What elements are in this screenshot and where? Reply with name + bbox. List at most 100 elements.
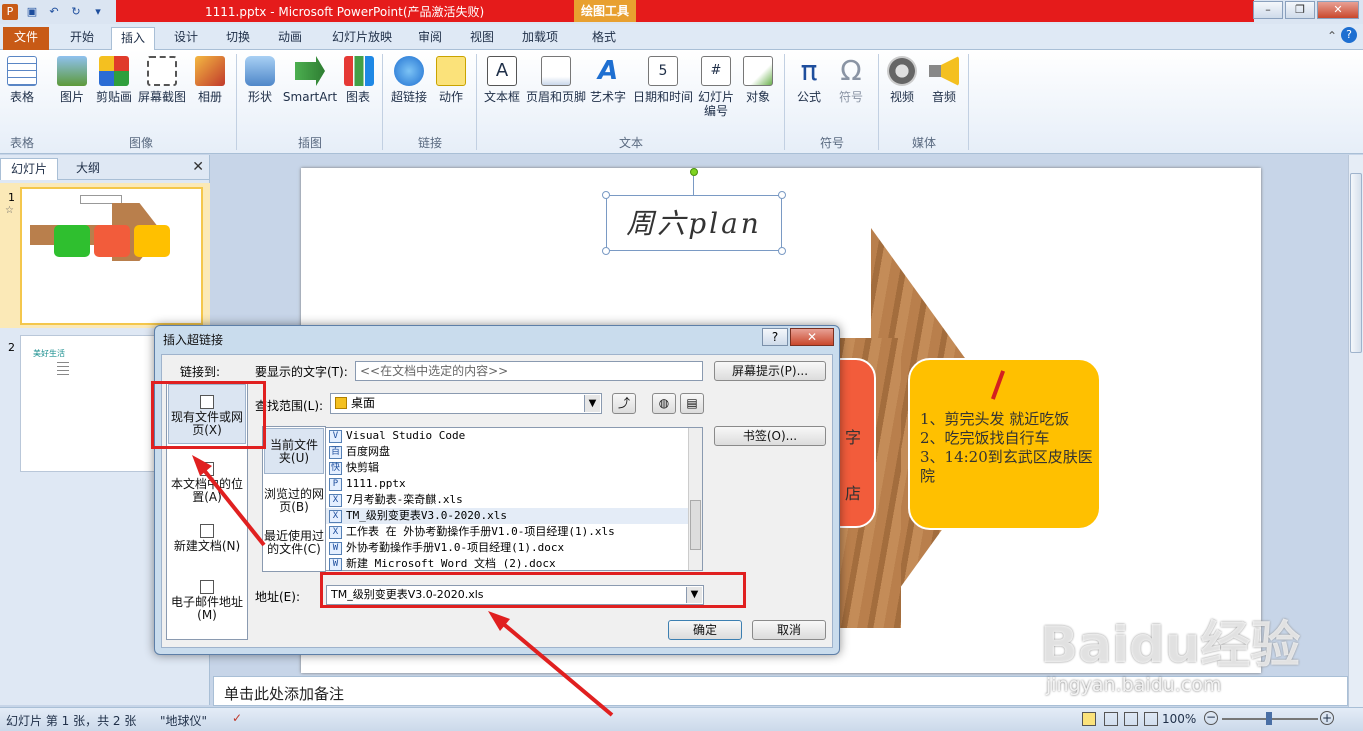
equation-button[interactable]: π 公式 [792, 56, 826, 105]
yellow-content-box[interactable]: 1、剪完头发 就近吃饭 2、吃完饭找自行车 3、14:20到玄武区皮肤医 院 [908, 358, 1101, 530]
action-button[interactable]: 动作 [436, 56, 466, 104]
list-item[interactable]: W 新建 Microsoft Word 文档 (2).docx [326, 556, 702, 572]
close-icon[interactable]: ✕ [1317, 1, 1359, 19]
title-textbox[interactable]: 周六plan [606, 195, 782, 251]
tab-outline[interactable]: 大纲 [66, 158, 110, 180]
browsed-pages-option[interactable]: 浏览过的网页(B) [264, 484, 324, 520]
list-item-selected[interactable]: X TM_级别变更表V3.0-2020.xls [326, 508, 702, 524]
slideshow-view-icon[interactable] [1144, 712, 1158, 726]
normal-view-icon[interactable] [1082, 712, 1096, 726]
place-in-document-option[interactable]: 本文档中的位置(A) [168, 454, 246, 514]
scrollbar-thumb[interactable] [1350, 173, 1362, 353]
rotation-handle[interactable] [690, 168, 698, 176]
customize-qat-icon[interactable]: ▾ [90, 4, 106, 20]
file-list-scrollbar[interactable] [688, 428, 702, 570]
tab-slides[interactable]: 幻灯片 [0, 158, 59, 180]
tab-design[interactable]: 设计 [168, 27, 204, 50]
datetime-button[interactable]: 5 日期和时间 [632, 56, 694, 104]
list-item[interactable]: V Visual Studio Code [326, 428, 702, 444]
tab-animations[interactable]: 动画 [272, 27, 308, 50]
photo-album-button[interactable]: 相册 [192, 56, 228, 104]
zoom-in-icon[interactable]: + [1320, 711, 1334, 725]
up-folder-icon[interactable]: ⤴ [612, 393, 636, 414]
plan-line: 2、吃完饭找自行车 [920, 429, 1050, 447]
tab-slideshow[interactable]: 幻灯片放映 [324, 27, 400, 50]
slide-thumbnail-1[interactable] [20, 187, 203, 325]
redo-icon[interactable]: ↻ [68, 4, 84, 20]
display-text-input[interactable]: <<在文档中选定的内容>> [355, 361, 703, 381]
list-item[interactable]: X 工作表 在 外协考勤操作手册V1.0-项目经理(1).xls [326, 524, 702, 540]
shapes-button[interactable]: 形状 [244, 56, 276, 104]
new-document-option[interactable]: 新建文档(N) [168, 522, 246, 562]
spellcheck-icon[interactable]: ✓ [232, 711, 248, 727]
chart-button[interactable]: 图表 [344, 56, 374, 104]
tab-view[interactable]: 视图 [464, 27, 500, 50]
slide-sorter-icon[interactable] [1104, 712, 1118, 726]
wordart-button[interactable]: A 艺术字 [588, 56, 628, 104]
minimize-icon[interactable]: – [1253, 1, 1283, 19]
group-label-links: 链接 [417, 136, 442, 150]
resize-handle[interactable] [778, 191, 786, 199]
resize-handle[interactable] [778, 247, 786, 255]
tab-transitions[interactable]: 切换 [220, 27, 256, 50]
clipart-button[interactable]: 剪贴画 [94, 56, 134, 104]
dialog-help-icon[interactable]: ? [762, 328, 788, 346]
annotation-box [320, 572, 746, 608]
object-button[interactable]: 对象 [742, 56, 774, 104]
tab-format[interactable]: 格式 [586, 27, 622, 50]
lookin-dropdown[interactable]: 桌面 ▼ [330, 393, 602, 414]
restore-icon[interactable]: ❐ [1285, 1, 1315, 19]
screenshot-button[interactable]: 屏幕截图 [136, 56, 188, 104]
dropdown-arrow-icon[interactable]: ▼ [584, 395, 600, 412]
header-footer-button[interactable]: 页眉和页脚 [524, 56, 588, 104]
ok-button[interactable]: 确定 [668, 620, 742, 640]
picture-button[interactable]: 图片 [56, 56, 88, 104]
list-item[interactable]: 百百度网盘 [326, 444, 702, 460]
textbox-button[interactable]: A 文本框 [482, 56, 522, 104]
ribbon-insert: 表格 图片 剪贴画 屏幕截图 相册 形状 SmartArt 图表 超链接 动作 … [0, 50, 1363, 154]
resize-handle[interactable] [602, 191, 610, 199]
file-list[interactable]: V Visual Studio Code 百百度网盘 快快剪辑 P 1111.ppt… [325, 427, 703, 571]
thumb2-bullets [57, 362, 69, 378]
browse-file-icon[interactable]: ▤ [680, 393, 704, 414]
tab-insert[interactable]: 插入 [111, 27, 155, 50]
tab-review[interactable]: 审阅 [412, 27, 448, 50]
slide-number-button[interactable]: # 幻灯片 编号 [696, 56, 736, 118]
save-icon[interactable]: ▣ [24, 4, 40, 20]
symbol-button[interactable]: Ω 符号 [834, 56, 868, 105]
list-item[interactable]: X 7月考勤表-栾奇麒.xls [326, 492, 702, 508]
dialog-close-icon[interactable]: ✕ [790, 328, 834, 346]
vertical-scrollbar[interactable] [1348, 155, 1363, 707]
smartart-button[interactable]: SmartArt [282, 56, 338, 104]
file-list-scroll-thumb[interactable] [690, 500, 701, 550]
tab-file[interactable]: 文件 [3, 27, 49, 50]
browse-web-icon[interactable]: ◍ [652, 393, 676, 414]
reading-view-icon[interactable] [1124, 712, 1138, 726]
email-address-option[interactable]: 电子邮件地址(M) [168, 578, 246, 628]
slide-number: 1 [8, 191, 15, 204]
zoom-slider-thumb[interactable] [1266, 712, 1272, 725]
zoom-level[interactable]: 100% [1162, 712, 1196, 726]
undo-icon[interactable]: ↶ [46, 4, 62, 20]
tab-home[interactable]: 开始 [64, 27, 100, 50]
list-item[interactable]: 快快剪辑 [326, 460, 702, 476]
drawing-tools-context-label: 绘图工具 [574, 0, 636, 22]
recent-files-option[interactable]: 最近使用过的文件(C) [264, 528, 324, 570]
list-item[interactable]: P 1111.pptx [326, 476, 702, 492]
tab-addins[interactable]: 加载项 [515, 27, 565, 50]
list-item[interactable]: W 外协考勤操作手册V1.0-项目经理(1).docx [326, 540, 702, 556]
help-icon[interactable]: ? [1341, 27, 1357, 43]
panel-close-icon[interactable]: ✕ [192, 159, 204, 175]
table-button[interactable]: 表格 [4, 56, 40, 104]
resize-handle[interactable] [602, 247, 610, 255]
cancel-button[interactable]: 取消 [752, 620, 826, 640]
screentip-button[interactable]: 屏幕提示(P)... [714, 361, 826, 381]
zoom-out-icon[interactable]: − [1204, 711, 1218, 725]
current-folder-option[interactable]: 当前文件夹(U) [264, 428, 324, 474]
video-button[interactable]: 视频 [886, 56, 918, 104]
bookmark-button[interactable]: 书签(O)... [714, 426, 826, 446]
ribbon-collapse-icon[interactable]: ⌃ [1327, 29, 1337, 43]
folder-icon [335, 397, 347, 409]
audio-button[interactable]: 音频 [928, 56, 960, 104]
hyperlink-button[interactable]: 超链接 [388, 56, 430, 104]
